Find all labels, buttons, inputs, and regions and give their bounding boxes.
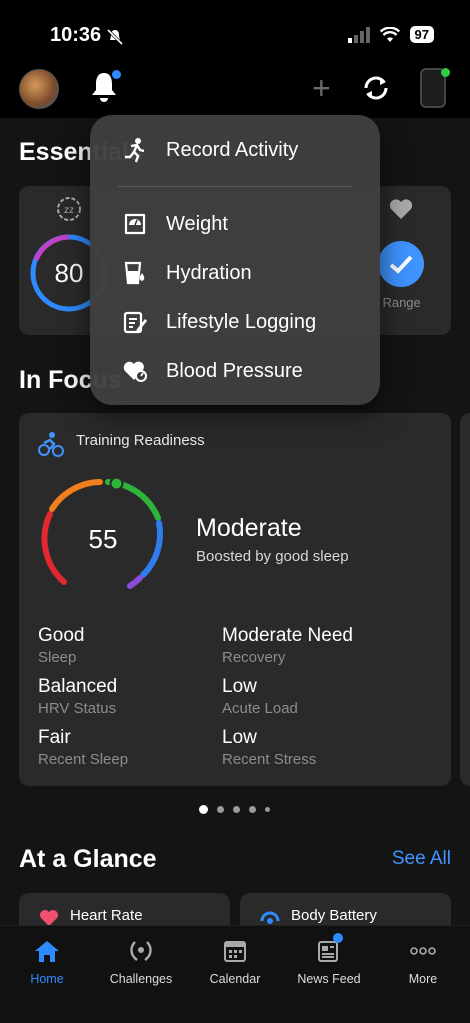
training-readiness-icon (38, 431, 64, 462)
metric-acute-load: Low Acute Load (222, 676, 298, 717)
in-range-check-icon (378, 241, 424, 287)
avatar[interactable] (19, 69, 59, 109)
wifi-icon (379, 26, 400, 42)
scale-icon (124, 213, 146, 235)
tab-home[interactable]: Home (0, 936, 94, 986)
menu-item-hydration[interactable]: Hydration (122, 260, 252, 286)
tab-bar: Home Challenges Calendar News Feed More (0, 925, 470, 1023)
calendar-icon (224, 941, 246, 962)
menu-item-blood-pressure[interactable]: Blood Pressure (122, 358, 303, 384)
add-button[interactable]: + (312, 72, 331, 104)
readiness-note: Boosted by good sleep (196, 548, 349, 565)
readiness-score: 55 (88, 524, 118, 554)
metric-recent-stress: Low Recent Stress (222, 727, 317, 768)
menu-divider (118, 186, 352, 187)
training-readiness-title: Training Readiness (76, 432, 205, 449)
heart-rate-label: Heart Rate (70, 907, 143, 924)
body-battery-icon (260, 911, 280, 924)
tab-news-feed[interactable]: News Feed (282, 933, 376, 986)
menu-item-record-activity[interactable]: Record Activity (122, 137, 298, 163)
at-a-glance-title: At a Glance (19, 845, 157, 873)
status-time: 10:36 (50, 24, 102, 46)
signal-icon (347, 26, 370, 43)
see-all-link[interactable]: See All (392, 848, 451, 870)
menu-item-lifestyle-logging[interactable]: Lifestyle Logging (122, 309, 316, 335)
metric-recent-sleep: Fair Recent Sleep (38, 727, 129, 768)
notifications-button[interactable] (89, 70, 121, 104)
home-icon (35, 941, 59, 962)
gauge-marker (109, 478, 124, 491)
tab-calendar[interactable]: Calendar (188, 936, 282, 986)
readiness-level: Moderate (196, 514, 302, 542)
tab-challenges[interactable]: Challenges (94, 936, 188, 986)
sync-icon (364, 76, 388, 100)
sync-button[interactable] (360, 72, 392, 109)
add-menu: Record Activity Weight Hydration Lifesty… (90, 115, 380, 405)
device-status-dot (441, 68, 450, 77)
silent-icon (106, 28, 124, 51)
status-icons: 97 (347, 26, 434, 43)
heart-check-icon (388, 197, 414, 226)
page-indicator[interactable] (199, 805, 270, 814)
metric-recovery: Moderate Need Recovery (222, 625, 353, 666)
lifestyle-icon (123, 311, 147, 334)
news-feed-badge (333, 933, 343, 943)
sleep-icon: zz (56, 196, 82, 227)
hydration-icon (124, 261, 145, 285)
svg-text:zz: zz (64, 205, 74, 216)
laurel-icon (130, 941, 152, 961)
menu-item-weight[interactable]: Weight (122, 211, 228, 237)
next-card-peek[interactable] (460, 413, 470, 786)
notification-badge (112, 70, 121, 79)
tab-more[interactable]: More (376, 936, 470, 986)
metric-hrv: Balanced HRV Status (38, 676, 118, 717)
blood-pressure-icon (123, 361, 147, 382)
battery-indicator: 97 (409, 26, 434, 43)
more-icon (410, 947, 436, 955)
metric-sleep: Good Sleep (38, 625, 85, 666)
running-icon (125, 138, 145, 163)
body-battery-label: Body Battery (291, 907, 377, 924)
